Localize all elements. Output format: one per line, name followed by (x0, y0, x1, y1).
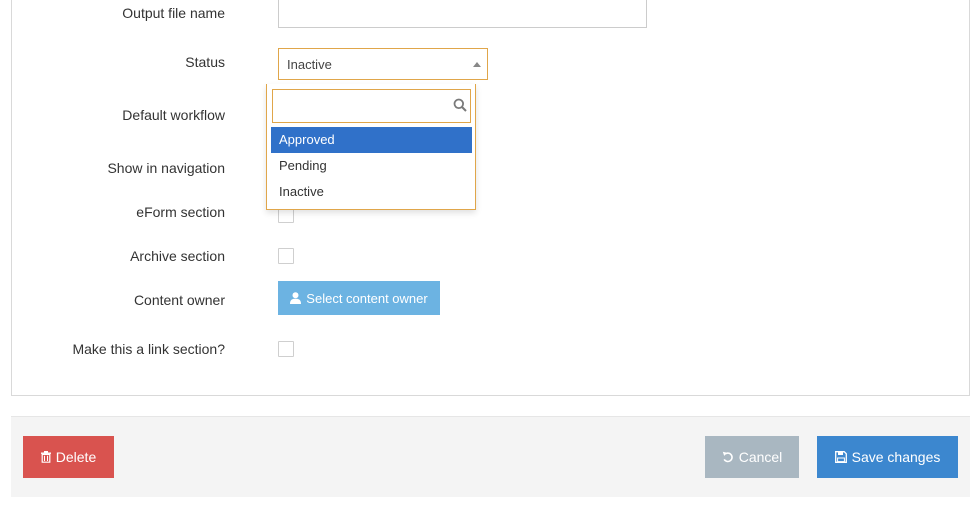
status-search-field[interactable] (272, 89, 471, 123)
link-section-label: Make this a link section? (72, 341, 225, 357)
delete-label: Delete (55, 449, 97, 465)
form-actions-bar: Delete Cancel Save changes (11, 416, 970, 497)
default-workflow-label: Default workflow (122, 107, 225, 123)
caret-up-icon (473, 62, 481, 67)
status-option-pending[interactable]: Pending (271, 153, 472, 179)
trash-icon (40, 451, 51, 463)
output-file-name-input[interactable] (278, 0, 647, 28)
search-icon (453, 98, 467, 112)
floppy-disk-icon (834, 451, 847, 463)
archive-section-checkbox[interactable] (278, 248, 294, 264)
status-selected-value: Inactive (287, 57, 332, 72)
status-option-approved[interactable]: Approved (271, 127, 472, 153)
archive-section-label: Archive section (130, 248, 225, 264)
select-content-owner-label: Select content owner (306, 290, 428, 306)
status-option-inactive[interactable]: Inactive (271, 179, 472, 205)
show-in-navigation-label: Show in navigation (107, 160, 225, 176)
user-icon (290, 292, 302, 304)
status-label: Status (185, 54, 225, 70)
delete-button[interactable]: Delete (23, 436, 114, 478)
status-dropdown: Approved Pending Inactive (266, 84, 476, 210)
cancel-label: Cancel (738, 449, 783, 465)
link-section-checkbox[interactable] (278, 341, 294, 357)
status-select[interactable]: Inactive (278, 48, 488, 80)
undo-icon (722, 451, 734, 463)
select-content-owner-button[interactable]: Select content owner (278, 281, 440, 315)
section-form-panel: Output file name Status Inactive Default… (11, 0, 970, 396)
save-changes-label: Save changes (851, 449, 941, 465)
output-file-name-label: Output file name (122, 5, 225, 21)
cancel-button[interactable]: Cancel (705, 436, 799, 478)
eform-section-label: eForm section (136, 204, 225, 220)
save-changes-button[interactable]: Save changes (817, 436, 958, 478)
content-owner-label: Content owner (133, 292, 225, 308)
